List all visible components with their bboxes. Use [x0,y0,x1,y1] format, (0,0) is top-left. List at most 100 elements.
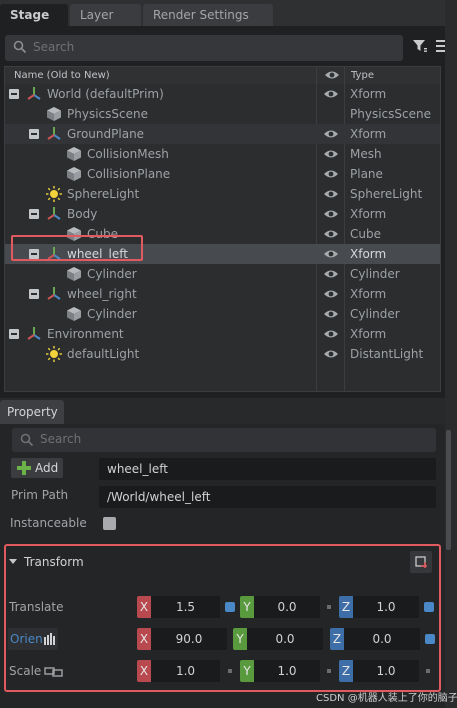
eye-icon[interactable] [323,228,339,243]
tree-row[interactable]: Cylinder Cylinder [5,264,440,284]
search-icon [20,433,34,447]
orient-y-axis: Y [233,628,247,650]
eye-icon[interactable] [323,128,339,143]
eye-icon[interactable] [323,288,339,303]
keyframe-icon[interactable] [426,669,430,673]
tree-row[interactable]: CollisionPlane Plane [5,164,440,184]
add-button[interactable]: Add [11,458,63,478]
light-icon [46,186,62,202]
tree-item-type: SphereLight [350,187,423,201]
keyframe-icon[interactable] [425,634,435,644]
rotation-order-icon [44,633,55,645]
search-icon [13,40,27,54]
translate-z-axis: Z [339,596,353,618]
translate-y-axis: Y [240,596,254,618]
prim-path-field[interactable]: /World/wheel_left [99,486,436,508]
tree-row[interactable]: CollisionMesh Mesh [5,144,440,164]
tab-render-settings[interactable]: Render Settings [143,4,273,26]
tab-property[interactable]: Property [0,400,64,424]
tree-item-label: SphereLight [67,187,140,201]
tree-item-label: World (defaultPrim) [47,87,164,101]
eye-icon[interactable] [323,148,339,163]
light-icon [46,346,62,362]
tree-row[interactable]: Environment Xform [5,324,440,344]
xform-icon [46,126,62,142]
filter-icon[interactable] [412,38,428,54]
eye-icon[interactable] [323,328,339,343]
orient-label[interactable]: Orien [8,628,58,650]
tree-item-type: Xform [350,207,387,221]
collapse-toggle-icon[interactable] [29,209,39,219]
tree-item-label: CollisionMesh [87,147,169,161]
keyframe-icon[interactable] [327,669,331,673]
panel-tab-bar: Stage Layer Render Settings [0,0,457,26]
transform-reset-button[interactable] [410,551,432,573]
tree-item-type: DistantLight [350,347,424,361]
orient-y-field[interactable]: 0.0 [247,628,323,650]
property-search-input[interactable]: Search [12,428,436,452]
tab-layer[interactable]: Layer [70,4,141,26]
collapse-toggle-icon[interactable] [29,129,39,139]
tree-item-label: defaultLight [67,347,140,361]
scrollbar-thumb[interactable] [446,430,451,550]
panel-scrollbar[interactable] [445,0,457,708]
tree-header: Name (Old to New) Type [5,67,440,84]
tree-item-type: Cube [350,227,381,241]
eye-icon[interactable] [323,188,339,203]
link-icon[interactable] [44,667,64,677]
scale-x-field[interactable]: 1.0 [151,660,220,682]
tree-item-type: Mesh [350,147,382,161]
cube-icon [66,266,82,282]
eye-icon[interactable] [323,208,339,223]
keyframe-icon[interactable] [424,602,434,612]
tree-row[interactable]: SphereLight SphereLight [5,184,440,204]
tab-stage[interactable]: Stage [0,4,68,26]
tree-row[interactable]: PhysicsScene PhysicsScene [5,104,440,124]
stage-search-input[interactable]: Search [5,35,403,61]
collapse-toggle-icon[interactable] [29,289,39,299]
reset-icon [415,556,427,568]
keyframe-icon[interactable] [327,605,331,609]
tree-row[interactable]: wheel_right Xform [5,284,440,304]
xform-icon [26,86,42,102]
xform-icon [26,326,42,342]
orient-z-field[interactable]: 0.0 [344,628,420,650]
tree-item-type: Cylinder [350,267,400,281]
tree-row[interactable]: Body Xform [5,204,440,224]
collapse-toggle-icon[interactable] [9,329,19,339]
translate-x-field[interactable]: 1.5 [151,596,220,618]
column-type-header[interactable]: Type [351,70,374,81]
translate-z-field[interactable]: 1.0 [353,596,419,618]
wheel-left-highlight [11,235,143,261]
scale-z-field[interactable]: 1.0 [353,660,419,682]
tree-row[interactable]: defaultLight DistantLight [5,344,440,364]
prim-name-field[interactable]: wheel_left [99,458,436,480]
orient-x-field[interactable]: 90.0 [151,628,227,650]
scale-x-axis: X [137,660,151,682]
eye-icon[interactable] [323,308,339,323]
keyframe-icon[interactable] [225,602,235,612]
eye-icon[interactable] [323,268,339,283]
tree-row[interactable]: World (defaultPrim) Xform [5,84,440,104]
transform-section-title[interactable]: Transform [24,555,84,569]
keyframe-icon[interactable] [228,669,232,673]
tree-item-label: Cylinder [87,307,137,321]
orient-x-axis: X [137,628,151,650]
translate-y-field[interactable]: 0.0 [254,596,320,618]
instanceable-checkbox[interactable] [103,517,116,530]
eye-icon[interactable] [323,88,339,103]
collapse-arrow-icon[interactable] [9,559,17,564]
eye-icon[interactable] [323,348,339,363]
eye-icon[interactable] [323,248,339,263]
instanceable-label: Instanceable [10,516,87,530]
prim-path-label: Prim Path [11,488,69,502]
stage-tree: Name (Old to New) Type World (defaultPri… [4,66,441,392]
tree-row[interactable]: GroundPlane Xform [5,124,440,144]
scale-y-field[interactable]: 1.0 [254,660,320,682]
xform-icon [46,206,62,222]
collapse-toggle-icon[interactable] [9,89,19,99]
tree-row[interactable]: Cylinder Cylinder [5,304,440,324]
xform-icon [46,286,62,302]
eye-icon[interactable] [323,168,339,183]
column-name-header[interactable]: Name (Old to New) [14,70,110,81]
